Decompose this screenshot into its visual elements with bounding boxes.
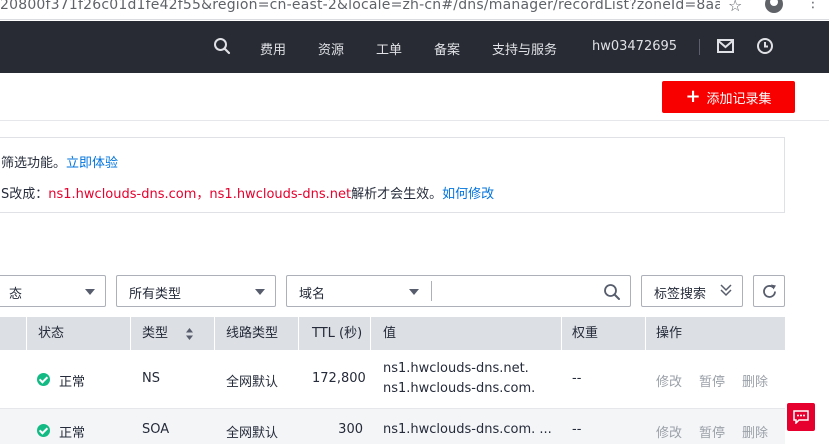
- browser-menu-icon[interactable]: ⋮: [806, 0, 820, 10]
- how-to-modify-link[interactable]: 如何修改: [442, 187, 494, 202]
- caret-down-icon: [85, 289, 95, 295]
- row-ttl: 172,800: [312, 371, 366, 386]
- nav-resources[interactable]: 资源: [318, 39, 344, 58]
- nav-tickets[interactable]: 工单: [376, 39, 402, 58]
- nav-support[interactable]: 支持与服务: [492, 39, 557, 58]
- url-text[interactable]: 20800f371f26c01d1fe42f55&region=cn-east-…: [0, 0, 720, 17]
- type-filter-value: 所有类型: [129, 287, 182, 302]
- domain-field-select[interactable]: 域名: [299, 283, 325, 302]
- modify-link[interactable]: 修改: [656, 371, 682, 390]
- status-filter-select[interactable]: 态: [0, 275, 106, 307]
- row-weight: --: [572, 422, 582, 437]
- add-record-set-button[interactable]: + 添加记录集: [662, 81, 795, 113]
- caret-down-icon: [255, 289, 265, 295]
- status-ok-icon: [37, 424, 50, 437]
- top-navigation: 费用 资源 工单 备案 支持与服务 hw03472695: [0, 21, 829, 73]
- nameserver-separator: ，: [196, 187, 210, 202]
- notice-line-1: 筛选功能。立即体验: [1, 152, 118, 171]
- table-header: 状态 类型 线路类型 TTL (秒) 值 权重 操作: [0, 317, 785, 350]
- header-ttl: TTL (秒): [312, 326, 363, 341]
- header-separator: [645, 317, 646, 350]
- try-now-link[interactable]: 立即体验: [66, 156, 118, 171]
- header-separator: [298, 317, 299, 350]
- row-status: 正常: [59, 375, 86, 390]
- row-value-1: ns1.hwclouds-dns.net.: [383, 361, 529, 376]
- nav-billing[interactable]: 费用: [260, 39, 286, 58]
- header-type[interactable]: 类型: [142, 317, 168, 350]
- notice-text-prefix: S改成：: [1, 187, 49, 202]
- row-ttl: 300: [338, 422, 363, 437]
- status-filter-value: 态: [9, 287, 23, 302]
- pause-link[interactable]: 暂停: [699, 371, 725, 390]
- mail-icon[interactable]: [717, 39, 734, 53]
- nameserver-com: ns1.hwclouds-dns.com: [48, 187, 197, 202]
- search-icon[interactable]: [603, 283, 621, 301]
- tag-search-button[interactable]: 标签搜索: [641, 275, 743, 307]
- header-separator: [214, 317, 215, 350]
- notice-line-2: S改成：ns1.hwclouds-dns.com，ns1.hwclouds-dn…: [1, 183, 494, 202]
- plus-icon: +: [685, 86, 701, 107]
- feedback-button[interactable]: [787, 403, 815, 431]
- header-weight: 权重: [572, 326, 599, 341]
- nav-divider: [699, 39, 700, 55]
- row-weight: --: [572, 371, 582, 386]
- refresh-icon: [763, 284, 776, 298]
- clock-icon[interactable]: [756, 37, 774, 55]
- header-actions: 操作: [656, 326, 683, 341]
- nameserver-net: ns1.hwclouds-dns.net: [209, 187, 352, 202]
- row-status: 正常: [59, 426, 86, 441]
- table-row: 正常 NS 全网默认 172,800 ns1.hwclouds-dns.net.…: [0, 350, 785, 409]
- account-name[interactable]: hw03472695: [592, 39, 677, 54]
- domain-search-input[interactable]: [435, 279, 595, 303]
- double-chevron-down-icon: [720, 284, 732, 297]
- header-status: 状态: [38, 326, 65, 341]
- add-record-set-label: 添加记录集: [706, 91, 772, 107]
- bookmark-star-icon[interactable]: ☆: [728, 0, 742, 15]
- search-divider: [431, 281, 432, 301]
- pause-link[interactable]: 暂停: [699, 422, 725, 441]
- notice-text: 筛选功能。: [1, 156, 67, 171]
- search-icon[interactable]: [213, 37, 231, 55]
- row-type: SOA: [142, 422, 170, 437]
- status-ok-icon: [37, 373, 50, 386]
- row-type: NS: [142, 371, 160, 386]
- profile-icon[interactable]: [765, 0, 783, 13]
- nav-filing[interactable]: 备案: [434, 39, 460, 58]
- row-value-1: ns1.hwclouds-dns.com. ...: [383, 422, 552, 437]
- notice-panel: 筛选功能。立即体验 S改成：ns1.hwclouds-dns.com，ns1.h…: [0, 137, 785, 213]
- row-value-2: ns1.hwclouds-dns.com.: [383, 381, 536, 396]
- header-separator: [130, 317, 131, 350]
- delete-link[interactable]: 删除: [742, 422, 768, 441]
- refresh-button[interactable]: [753, 275, 785, 307]
- delete-link[interactable]: 删除: [742, 371, 768, 390]
- browser-address-bar: 20800f371f26c01d1fe42f55&region=cn-east-…: [0, 0, 829, 20]
- tag-search-label: 标签搜索: [654, 287, 707, 302]
- header-separator: [561, 317, 562, 350]
- notice-text-suffix: 解析才会生效。: [351, 187, 443, 202]
- row-line-type: 全网默认: [226, 426, 279, 441]
- header-separator: [26, 317, 27, 350]
- header-line-type: 线路类型: [226, 326, 279, 341]
- type-filter-select[interactable]: 所有类型: [116, 275, 276, 307]
- row-line-type: 全网默认: [226, 375, 279, 390]
- header-value: 值: [383, 326, 397, 341]
- table-row: 正常 SOA 全网默认 300 ns1.hwclouds-dns.com. ..…: [0, 409, 785, 444]
- caret-down-icon[interactable]: [409, 289, 419, 295]
- feedback-icon: [793, 410, 809, 424]
- modify-link[interactable]: 修改: [656, 422, 682, 441]
- header-separator: [370, 317, 371, 350]
- sort-icon[interactable]: [185, 327, 194, 341]
- domain-search-box: 域名: [286, 275, 631, 307]
